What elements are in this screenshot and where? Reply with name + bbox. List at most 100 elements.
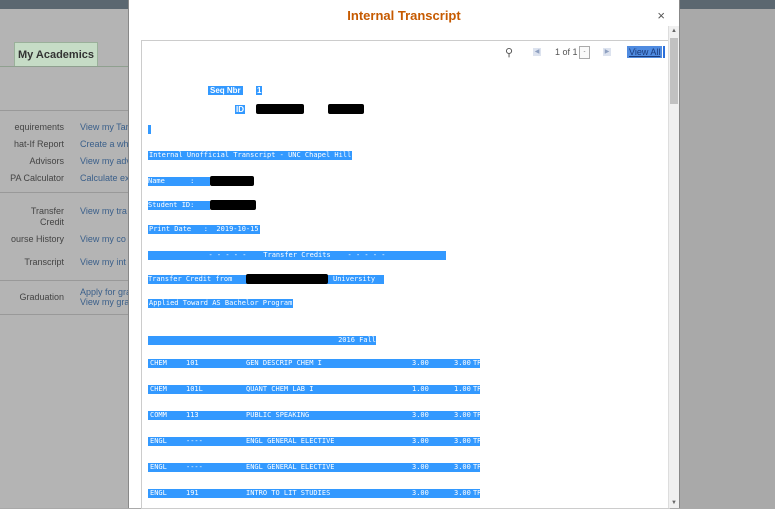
- course-row: ENGL ---- ENGL GENERAL ELECTIVE 3.00 3.00 TR: [148, 437, 482, 446]
- menu-row-advisors: Advisors View my adv: [0, 154, 131, 168]
- transcript-viewer: ⚲ ◀ 1 of 1 - ▶ View All Seq Nbr 1 ID Int…: [141, 40, 670, 509]
- selection-mark: [148, 125, 151, 134]
- menu-label: Credit: [39, 217, 64, 227]
- transcript-modal: Internal Transcript × ⚲ ◀ 1 of 1 - ▶ Vie…: [128, 0, 680, 509]
- menu-label: PA Calculator: [10, 173, 64, 183]
- course-row: CHEM 101L QUANT CHEM LAB I 1.00 1.00 TR: [148, 385, 482, 394]
- close-icon[interactable]: ×: [657, 8, 665, 23]
- menu-link[interactable]: View my gra: [80, 295, 129, 309]
- menu-link[interactable]: Create a wh: [80, 137, 129, 151]
- course-subject: COMM: [150, 411, 167, 419]
- menu-label: Transcript: [24, 257, 64, 267]
- modal-scrollbar[interactable]: ▲ ▼: [668, 26, 679, 508]
- menu-label: ourse History: [10, 234, 64, 244]
- course-subject: ENGL: [150, 463, 167, 471]
- menu-label: Advisors: [29, 156, 64, 166]
- course-title: QUANT CHEM LAB I: [246, 385, 314, 393]
- modal-title: Internal Transcript: [347, 8, 461, 23]
- prev-page-icon[interactable]: ◀: [533, 48, 541, 56]
- transfer-credits-banner: - - - - - Transfer Credits - - - - -: [148, 251, 446, 260]
- course-number: ----: [186, 437, 203, 445]
- course-attempted: 3.00: [412, 437, 429, 445]
- menu-divider: [0, 110, 128, 111]
- course-number: 101L: [186, 385, 203, 393]
- course-row: ENGL 191 INTRO TO LIT STUDIES 3.00 3.00 TR: [148, 489, 482, 498]
- menu-link[interactable]: Calculate ex: [80, 171, 130, 185]
- print-date: Print Date : 2019-10-15: [148, 225, 260, 234]
- menu-link[interactable]: View my adv: [80, 154, 131, 168]
- menu-link[interactable]: View my int: [80, 255, 126, 269]
- course-earned: 3.00: [454, 489, 471, 497]
- course-earned: 3.00: [454, 359, 471, 367]
- redaction: [210, 200, 256, 210]
- course-attempted: 3.00: [412, 411, 429, 419]
- redaction: [210, 176, 254, 186]
- scrollbar-thumb[interactable]: [670, 38, 678, 104]
- page-indicator: 1 of 1: [555, 47, 578, 57]
- scroll-up-icon[interactable]: ▲: [671, 28, 677, 34]
- transfer-credit-from-suffix: University: [332, 275, 377, 284]
- tab-underline: [0, 66, 128, 67]
- menu-label: equirements: [14, 122, 64, 132]
- seq-label: Seq Nbr: [208, 86, 243, 95]
- menu-row-what-if: hat-If Report Create a wh: [0, 137, 129, 151]
- course-attempted: 1.00: [412, 385, 429, 393]
- seq-value: 1: [256, 86, 263, 95]
- background-right-area: [678, 9, 775, 508]
- scroll-down-icon[interactable]: ▼: [671, 500, 677, 506]
- course-title: GEN DESCRIP CHEM I: [246, 359, 322, 367]
- course-earned: 3.00: [454, 411, 471, 419]
- course-number: ----: [186, 463, 203, 471]
- course-number: 101: [186, 359, 199, 367]
- course-earned: 3.00: [454, 437, 471, 445]
- menu-label: Graduation: [19, 292, 64, 302]
- applied-toward: Applied Toward AS Bachelor Program: [148, 299, 294, 308]
- course-row: CHEM 101 GEN DESCRIP CHEM I 3.00 3.00 TR: [148, 359, 481, 368]
- redaction: [328, 104, 364, 114]
- course-number: 113: [186, 411, 199, 419]
- course-grade: TR: [473, 489, 482, 497]
- redaction: [256, 104, 304, 114]
- menu-row-transfer-credit-line2: Credit: [0, 215, 128, 229]
- menu-row-gpa-calculator: PA Calculator Calculate ex: [0, 171, 130, 185]
- menu-label: hat-If Report: [13, 139, 64, 149]
- course-earned: 1.00: [454, 385, 471, 393]
- menu-divider: [0, 280, 128, 281]
- course-number: 191: [186, 489, 199, 497]
- name-label: Name :: [148, 177, 210, 186]
- menu-divider: [0, 192, 128, 193]
- id-label: ID: [235, 105, 245, 114]
- course-title: ENGL GENERAL ELECTIVE: [246, 437, 335, 445]
- student-id-label: Student ID:: [148, 201, 210, 210]
- course-attempted: 3.00: [412, 359, 429, 367]
- background-left-panel: My Academics equirements View my Tar hat…: [0, 9, 131, 508]
- menu-row-transcript: Transcript View my int: [0, 255, 128, 269]
- search-icon[interactable]: ⚲: [505, 46, 513, 59]
- course-subject: ENGL: [150, 489, 167, 497]
- menu-divider: [0, 314, 128, 315]
- course-row: ENGL ---- ENGL GENERAL ELECTIVE 3.00 3.00 TR: [148, 463, 482, 472]
- course-grade: TR: [473, 463, 482, 471]
- menu-row-graduation: Graduation Apply for gra View my gra: [0, 287, 131, 307]
- menu-row-requirements: equirements View my Tar: [0, 120, 128, 134]
- course-subject: ENGL: [150, 437, 167, 445]
- redaction: [246, 274, 328, 284]
- course-grade: TR: [473, 385, 482, 393]
- transfer-credit-from-prefix: Transfer Credit from: [148, 275, 233, 283]
- next-page-icon[interactable]: ▶: [603, 48, 611, 56]
- course-row: COMM 113 PUBLIC SPEAKING 3.00 3.00 TR: [148, 411, 482, 420]
- menu-row-course-history: ourse History View my co: [0, 232, 128, 246]
- page-select[interactable]: -: [579, 46, 590, 59]
- course-title: PUBLIC SPEAKING: [246, 411, 310, 419]
- course-title: INTRO TO LIT STUDIES: [246, 489, 331, 497]
- view-all-link[interactable]: View All: [627, 46, 663, 58]
- course-earned: 3.00: [454, 463, 471, 471]
- menu-link[interactable]: View my Tar: [80, 120, 129, 134]
- transcript-heading: Internal Unofficial Transcript - UNC Cha…: [148, 151, 353, 160]
- menu-link[interactable]: View my co: [80, 232, 126, 246]
- course-grade: TR: [473, 411, 482, 419]
- course-attempted: 3.00: [412, 463, 429, 471]
- course-subject: CHEM: [150, 359, 167, 367]
- tab-my-academics[interactable]: My Academics: [14, 42, 98, 67]
- course-grade: TR: [473, 437, 482, 445]
